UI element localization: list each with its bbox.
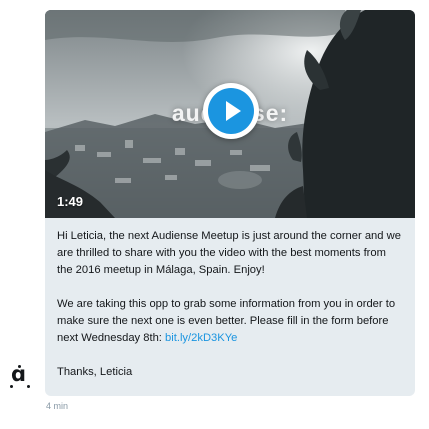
message-bubble: audiense: 1:49 Hi Leticia, the next Audi… <box>45 10 415 396</box>
message-timestamp: 4 min <box>46 401 69 411</box>
avatar-dot-right <box>27 385 30 388</box>
play-icon <box>226 101 241 121</box>
message-text: Hi Leticia, the next Audiense Meetup is … <box>45 218 415 381</box>
audiense-logo-icon[interactable]: ɑ <box>9 362 31 388</box>
survey-link[interactable]: bit.ly/2kD3KYe <box>165 332 237 344</box>
dm-conversation: audiense: 1:49 Hi Leticia, the next Audi… <box>0 0 429 429</box>
play-button[interactable] <box>203 83 259 139</box>
play-button-circle <box>208 88 254 134</box>
message-paragraph-intro: Hi Leticia, the next Audiense Meetup is … <box>57 230 401 276</box>
message-signoff: Thanks, Leticia <box>57 366 133 378</box>
message-paragraph-request: We are taking this opp to grab some info… <box>57 296 403 347</box>
avatar-dot-left <box>10 385 13 388</box>
avatar-dot-top <box>18 365 21 368</box>
video-player[interactable]: audiense: 1:49 <box>45 10 415 218</box>
video-duration: 1:49 <box>57 194 84 209</box>
